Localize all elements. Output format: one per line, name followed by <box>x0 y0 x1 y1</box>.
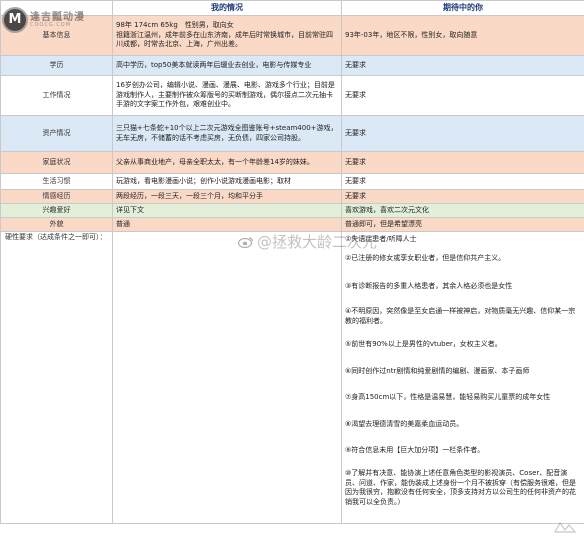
row-expect-value: 无要求 <box>341 115 584 152</box>
requirement-item: ⑥同时创作过ntr剧情和纯爱剧情的编剧、漫画家、本子画师 <box>345 366 530 375</box>
requirement-item: ⑤前世有90%以上是男性的vtuber，女权主义者。 <box>345 340 502 349</box>
requirement-item: ⑩了解并有决意、能协演上述任意角色类型的影视演员、Coser、配音演员、问道、作… <box>345 469 576 506</box>
requirement-item: ⑦身高150cm以下，性格是温易慧，能轻易购买儿童票的成年女性 <box>345 393 551 402</box>
row-expect-value: 喜欢游戏，喜欢二次元文化 <box>341 203 584 218</box>
row-mine-value: 高中学历，top50美本就读两年后辍业去创业，电影与传媒专业 <box>112 55 342 76</box>
row-label: 资产情况 <box>0 115 113 152</box>
row-label: 基本信息 <box>0 15 113 56</box>
row-work: 工作情况 16岁创办公司，编辑小说、漫画、漫展、电影、游戏多个行业；目前是游戏制… <box>0 75 584 116</box>
hard-requirements-list: ①失语症患者/听障人士 ②已注册的修女或孪女职业者，但是信仰共产主义。 ③有诊断… <box>341 231 584 524</box>
row-expect-value: 无要求 <box>341 55 584 76</box>
row-appearance: 外貌 普通 普通即可，但是希望漂亮 <box>0 217 584 232</box>
row-education: 学历 高中学历，top50美本就读两年后辍业去创业，电影与传媒专业 无要求 <box>0 55 584 76</box>
row-mine-value: 玩游戏，看电影漫画小说；创作小说游戏漫画电影；取材 <box>112 173 342 190</box>
row-mine-value: 三只猫+七条蛇+10个以上二次元游戏全图鉴账号+steam400+游戏，无车无房… <box>112 115 342 152</box>
requirement-item: ⑨符合信息未用【巨大加分项】一栏条件者。 <box>345 445 485 454</box>
row-mine-value: 详见下文 <box>112 203 342 218</box>
row-expect-value: 无要求 <box>341 189 584 204</box>
requirement-item: ②已注册的修女或孪女职业者，但是信仰共产主义。 <box>345 254 506 263</box>
row-label: 兴趣爱好 <box>0 203 113 218</box>
header-expect: 期待中的你 <box>341 0 584 16</box>
requirement-item: ③有诊断报告的多重人格患者，其余人格必须也是女性 <box>345 281 513 290</box>
row-mine-value: 普通 <box>112 217 342 232</box>
requirement-item: ⑧渴望去理德清雪的美嘉柔血运动员。 <box>345 419 464 428</box>
row-basic-info: 基本信息 98年 174cm 65kg 性别男，取向女 祖籍浙江温州，成年前多在… <box>0 15 584 56</box>
row-assets: 资产情况 三只猫+七条蛇+10个以上二次元游戏全图鉴账号+steam400+游戏… <box>0 115 584 152</box>
row-expect-value: 普通即可，但是希望漂亮 <box>341 217 584 232</box>
row-family: 家庭状况 父亲从事商业地产，母亲全职太太，有一个年龄差14岁的妹妹。 无要求 <box>0 151 584 174</box>
row-label: 情感经历 <box>0 189 113 204</box>
row-label: 外貌 <box>0 217 113 232</box>
row-hobbies: 兴趣爱好 详见下文 喜欢游戏，喜欢二次元文化 <box>0 203 584 218</box>
row-expect-value: 无要求 <box>341 173 584 190</box>
row-hard-requirements: 硬性要求（达成条件之一即可）： ①失语症患者/听障人士 ②已注册的修女或孪女职业… <box>0 231 584 524</box>
row-mine-value: 16岁创办公司，编辑小说、漫画、漫展、电影、游戏多个行业；目前是游戏制作人，主要… <box>112 75 342 116</box>
hard-requirements-label: 硬性要求（达成条件之一即可）： <box>0 231 113 524</box>
row-mine-value: 父亲从事商业地产，母亲全职太太，有一个年龄差14岁的妹妹。 <box>112 151 342 174</box>
profile-table: 我的情况 期待中的你 基本信息 98年 174cm 65kg 性别男，取向女 祖… <box>0 0 584 524</box>
row-mine-text: 98年 174cm 65kg 性别男，取向女 祖籍浙江温州，成年前多在山东济南，… <box>116 21 333 49</box>
row-label: 生活习惯 <box>0 173 113 190</box>
hard-requirements-mine-empty <box>112 231 342 524</box>
row-expect-value: 93年-03年，地区不限，性别女，取向随意 <box>341 15 584 56</box>
requirement-item: ④不明原因，突然像是至女启通一样被神启，对物质毫无兴趣、信仰某一宗教的福利者。 <box>345 307 576 325</box>
header-mine: 我的情况 <box>112 0 342 16</box>
row-mine-value: 98年 174cm 65kg 性别男，取向女 祖籍浙江温州，成年前多在山东济南，… <box>112 15 342 56</box>
header-blank-cell <box>0 0 113 16</box>
requirement-item: ①失语症患者/听障人士 <box>345 235 417 243</box>
row-label: 工作情况 <box>0 75 113 116</box>
row-relationships: 情感经历 两段经历，一段三天，一段三个月，均和平分手 无要求 <box>0 189 584 204</box>
row-expect-value: 无要求 <box>341 75 584 116</box>
row-mine-value: 两段经历，一段三天，一段三个月，均和平分手 <box>112 189 342 204</box>
row-habits: 生活习惯 玩游戏，看电影漫画小说；创作小说游戏漫画电影；取材 无要求 <box>0 173 584 190</box>
row-label: 家庭状况 <box>0 151 113 174</box>
row-label: 学历 <box>0 55 113 76</box>
row-expect-value: 无要求 <box>341 151 584 174</box>
